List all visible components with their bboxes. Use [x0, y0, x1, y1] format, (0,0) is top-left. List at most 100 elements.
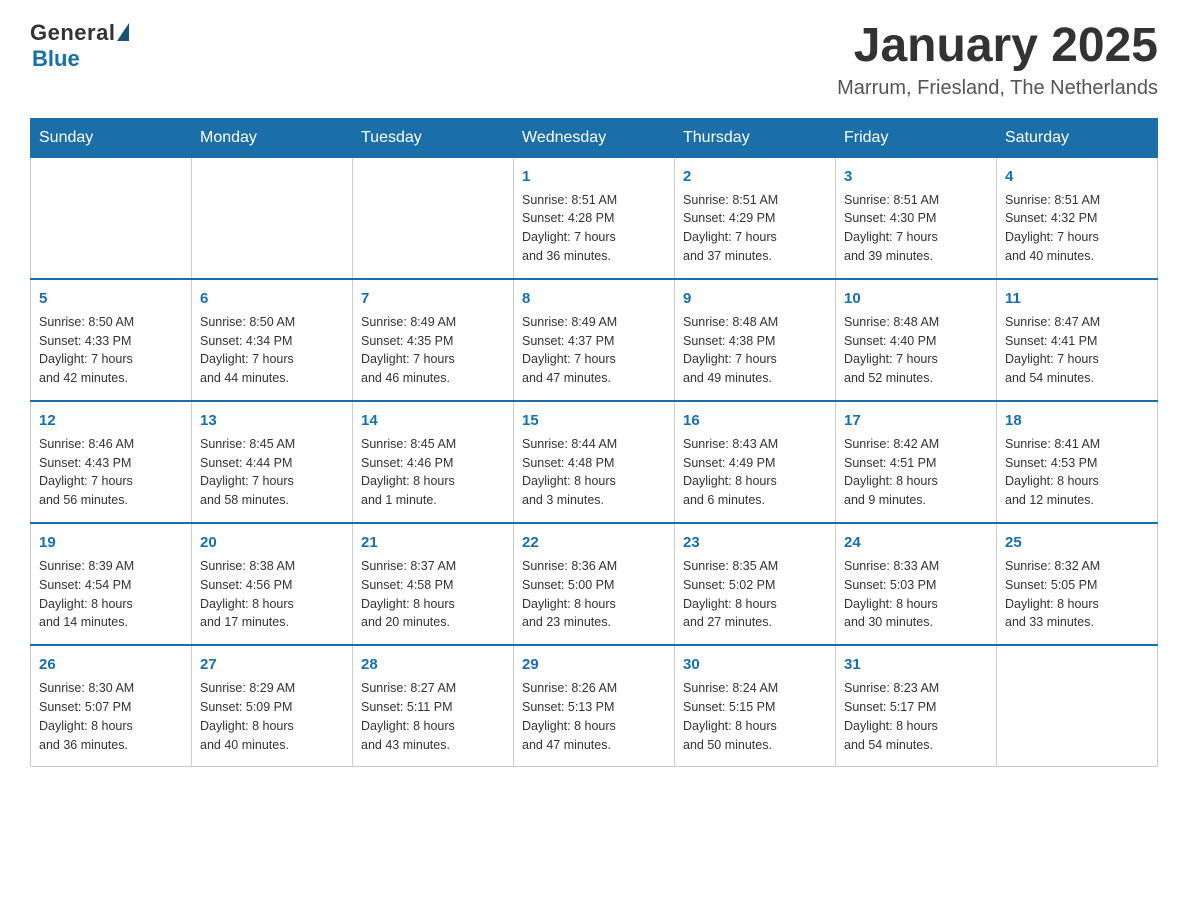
day-number: 5 — [39, 288, 183, 310]
calendar-cell: 23 Sunrise: 8:35 AMSunset: 5:02 PMDayligh… — [675, 523, 836, 645]
calendar-cell: 28Sunrise: 8:27 AMSunset: 5:11 PMDayligh… — [353, 645, 514, 767]
day-number: 25 — [1005, 532, 1149, 554]
day-number: 27 — [200, 654, 344, 676]
day-info: Sunrise: 8:43 AMSunset: 4:49 PMDaylight:… — [683, 437, 778, 508]
day-info: Sunrise: 8:37 AMSunset: 4:58 PMDaylight:… — [361, 559, 456, 630]
day-info: Sunrise: 8:50 AMSunset: 4:34 PMDaylight:… — [200, 315, 295, 386]
calendar-cell: 17Sunrise: 8:42 AMSunset: 4:51 PMDayligh… — [836, 401, 997, 523]
calendar-cell: 19Sunrise: 8:39 AMSunset: 4:54 PMDayligh… — [31, 523, 192, 645]
day-info: Sunrise: 8:47 AMSunset: 4:41 PMDaylight:… — [1005, 315, 1100, 386]
calendar-cell: 18Sunrise: 8:41 AMSunset: 4:53 PMDayligh… — [997, 401, 1158, 523]
calendar-cell: 11 Sunrise: 8:47 AMSunset: 4:41 PMDayligh… — [997, 279, 1158, 401]
calendar-cell — [353, 157, 514, 279]
day-info: Sunrise: 8:48 AMSunset: 4:40 PMDaylight:… — [844, 315, 939, 386]
day-info: Sunrise: 8:45 AMSunset: 4:46 PMDaylight:… — [361, 437, 456, 508]
calendar-cell: 16 Sunrise: 8:43 AMSunset: 4:49 PMDayligh… — [675, 401, 836, 523]
calendar-cell: 31Sunrise: 8:23 AMSunset: 5:17 PMDayligh… — [836, 645, 997, 767]
day-number: 12 — [39, 410, 183, 432]
calendar-cell: 1 Sunrise: 8:51 AMSunset: 4:28 PMDaylight… — [514, 157, 675, 279]
calendar-week-row: 19Sunrise: 8:39 AMSunset: 4:54 PMDayligh… — [31, 523, 1158, 645]
calendar-cell: 21 Sunrise: 8:37 AMSunset: 4:58 PMDayligh… — [353, 523, 514, 645]
day-number: 30 — [683, 654, 827, 676]
column-header-wednesday: Wednesday — [514, 118, 675, 157]
day-number: 11 — [1005, 288, 1149, 310]
location-subtitle: Marrum, Friesland, The Netherlands — [837, 77, 1158, 100]
day-number: 9 — [683, 288, 827, 310]
logo-general-text: General — [30, 20, 115, 46]
day-info: Sunrise: 8:44 AMSunset: 4:48 PMDaylight:… — [522, 437, 617, 508]
calendar-cell: 27 Sunrise: 8:29 AMSunset: 5:09 PMDayligh… — [192, 645, 353, 767]
calendar-cell: 7 Sunrise: 8:49 AMSunset: 4:35 PMDaylight… — [353, 279, 514, 401]
day-info: Sunrise: 8:45 AMSunset: 4:44 PMDaylight:… — [200, 437, 295, 508]
day-number: 3 — [844, 166, 988, 188]
day-number: 23 — [683, 532, 827, 554]
day-number: 31 — [844, 654, 988, 676]
calendar-cell: 4 Sunrise: 8:51 AMSunset: 4:32 PMDaylight… — [997, 157, 1158, 279]
title-section: January 2025 Marrum, Friesland, The Neth… — [837, 20, 1158, 100]
calendar-week-row: 26Sunrise: 8:30 AMSunset: 5:07 PMDayligh… — [31, 645, 1158, 767]
day-number: 8 — [522, 288, 666, 310]
day-number: 18 — [1005, 410, 1149, 432]
day-info: Sunrise: 8:27 AMSunset: 5:11 PMDaylight:… — [361, 681, 456, 752]
day-info: Sunrise: 8:51 AMSunset: 4:28 PMDaylight:… — [522, 193, 617, 264]
page-header: General Blue January 2025 Marrum, Friesl… — [30, 20, 1158, 100]
day-number: 17 — [844, 410, 988, 432]
calendar-cell: 26Sunrise: 8:30 AMSunset: 5:07 PMDayligh… — [31, 645, 192, 767]
column-header-monday: Monday — [192, 118, 353, 157]
day-info: Sunrise: 8:46 AMSunset: 4:43 PMDaylight:… — [39, 437, 134, 508]
calendar-cell: 24 Sunrise: 8:33 AMSunset: 5:03 PMDayligh… — [836, 523, 997, 645]
column-header-sunday: Sunday — [31, 118, 192, 157]
day-info: Sunrise: 8:29 AMSunset: 5:09 PMDaylight:… — [200, 681, 295, 752]
calendar-cell: 29Sunrise: 8:26 AMSunset: 5:13 PMDayligh… — [514, 645, 675, 767]
day-number: 20 — [200, 532, 344, 554]
calendar-cell: 10 Sunrise: 8:48 AMSunset: 4:40 PMDayligh… — [836, 279, 997, 401]
day-number: 4 — [1005, 166, 1149, 188]
calendar-header-row: SundayMondayTuesdayWednesdayThursdayFrid… — [31, 118, 1158, 157]
day-info: Sunrise: 8:32 AMSunset: 5:05 PMDaylight:… — [1005, 559, 1100, 630]
day-number: 26 — [39, 654, 183, 676]
day-number: 1 — [522, 166, 666, 188]
logo-blue-text: Blue — [32, 46, 80, 72]
day-number: 6 — [200, 288, 344, 310]
day-info: Sunrise: 8:49 AMSunset: 4:35 PMDaylight:… — [361, 315, 456, 386]
calendar-table: SundayMondayTuesdayWednesdayThursdayFrid… — [30, 118, 1158, 768]
day-info: Sunrise: 8:49 AMSunset: 4:37 PMDaylight:… — [522, 315, 617, 386]
day-number: 7 — [361, 288, 505, 310]
day-info: Sunrise: 8:51 AMSunset: 4:32 PMDaylight:… — [1005, 193, 1100, 264]
day-info: Sunrise: 8:38 AMSunset: 4:56 PMDaylight:… — [200, 559, 295, 630]
day-number: 10 — [844, 288, 988, 310]
day-number: 2 — [683, 166, 827, 188]
day-info: Sunrise: 8:50 AMSunset: 4:33 PMDaylight:… — [39, 315, 134, 386]
day-number: 15 — [522, 410, 666, 432]
day-number: 19 — [39, 532, 183, 554]
month-year-title: January 2025 — [837, 20, 1158, 73]
day-info: Sunrise: 8:51 AMSunset: 4:29 PMDaylight:… — [683, 193, 778, 264]
day-number: 22 — [522, 532, 666, 554]
calendar-cell: 5 Sunrise: 8:50 AMSunset: 4:33 PMDaylight… — [31, 279, 192, 401]
day-number: 21 — [361, 532, 505, 554]
day-number: 24 — [844, 532, 988, 554]
column-header-saturday: Saturday — [997, 118, 1158, 157]
calendar-cell: 9Sunrise: 8:48 AMSunset: 4:38 PMDaylight… — [675, 279, 836, 401]
calendar-cell: 6 Sunrise: 8:50 AMSunset: 4:34 PMDaylight… — [192, 279, 353, 401]
calendar-week-row: 12 Sunrise: 8:46 AMSunset: 4:43 PMDayligh… — [31, 401, 1158, 523]
day-info: Sunrise: 8:51 AMSunset: 4:30 PMDaylight:… — [844, 193, 939, 264]
day-info: Sunrise: 8:33 AMSunset: 5:03 PMDaylight:… — [844, 559, 939, 630]
logo-triangle-icon — [117, 23, 129, 41]
day-info: Sunrise: 8:35 AMSunset: 5:02 PMDaylight:… — [683, 559, 778, 630]
calendar-cell: 30Sunrise: 8:24 AMSunset: 5:15 PMDayligh… — [675, 645, 836, 767]
calendar-cell: 3 Sunrise: 8:51 AMSunset: 4:30 PMDaylight… — [836, 157, 997, 279]
calendar-cell: 20 Sunrise: 8:38 AMSunset: 4:56 PMDayligh… — [192, 523, 353, 645]
column-header-thursday: Thursday — [675, 118, 836, 157]
calendar-cell — [192, 157, 353, 279]
column-header-friday: Friday — [836, 118, 997, 157]
column-header-tuesday: Tuesday — [353, 118, 514, 157]
day-number: 13 — [200, 410, 344, 432]
calendar-cell: 12 Sunrise: 8:46 AMSunset: 4:43 PMDayligh… — [31, 401, 192, 523]
day-info: Sunrise: 8:26 AMSunset: 5:13 PMDaylight:… — [522, 681, 617, 752]
day-number: 16 — [683, 410, 827, 432]
day-number: 14 — [361, 410, 505, 432]
calendar-cell: 15 Sunrise: 8:44 AMSunset: 4:48 PMDayligh… — [514, 401, 675, 523]
logo: General Blue — [30, 20, 129, 72]
calendar-cell — [31, 157, 192, 279]
